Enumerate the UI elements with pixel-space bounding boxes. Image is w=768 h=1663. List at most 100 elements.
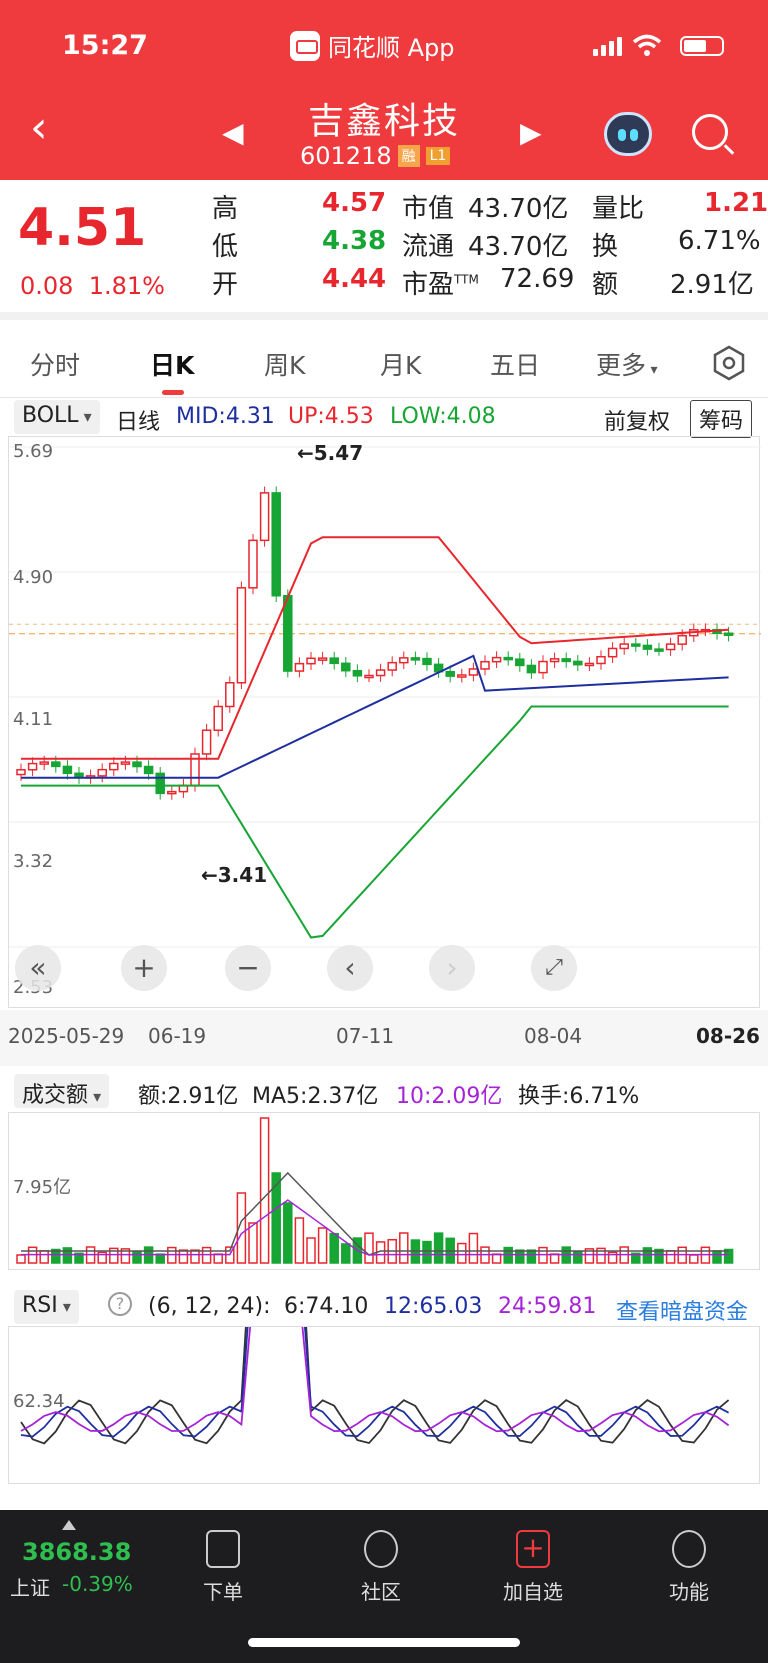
candle-body: [306, 657, 316, 665]
status-app-label: 同花顺 App: [328, 34, 455, 62]
candle-body: [723, 632, 734, 637]
adjust-mode[interactable]: 前复权: [604, 404, 670, 436]
rsi-chart[interactable]: 62.34: [8, 1189, 760, 1484]
community-icon: [364, 1530, 398, 1568]
dark-pool-link[interactable]: 查看暗盘资金: [616, 1294, 748, 1326]
candle-body: [665, 643, 676, 651]
rsi-params: (6, 12, 24):: [148, 1294, 271, 1319]
volume-bar: [178, 1249, 189, 1264]
tab-weekly-k[interactable]: 周K: [264, 346, 305, 382]
boll-selector[interactable]: BOLL: [14, 400, 100, 434]
volume-bar: [190, 1249, 200, 1264]
zoom-out-button[interactable]: −: [225, 945, 271, 991]
candle-body: [607, 647, 618, 658]
nav-functions[interactable]: 功能: [644, 1530, 734, 1605]
candle-body: [457, 674, 467, 678]
app-logo-icon: [290, 30, 320, 61]
volume-bar: [341, 1243, 351, 1264]
candle-body: [283, 594, 293, 672]
search-icon[interactable]: [692, 114, 728, 150]
boll-up: UP:4.53: [288, 404, 374, 429]
candle-body: [399, 657, 409, 664]
bottom-nav: 3868.38 上证 -0.39% 下单 社区 + 加自选 功能: [0, 1510, 768, 1663]
tab-daily-k[interactable]: 日K: [150, 346, 194, 382]
candle-body: [422, 657, 432, 666]
boll-low: LOW:4.08: [390, 404, 496, 429]
date-axis: 2025-05-29 06-19 07-11 08-04 08-26: [0, 1010, 768, 1066]
rsi-12: 12:65.03: [384, 1294, 483, 1319]
candle-body: [375, 669, 386, 677]
index-name: 上证: [10, 1576, 50, 1600]
zoom-out-history-button[interactable]: «: [15, 945, 61, 991]
rsi-line: [20, 1286, 730, 1433]
volume-bar: [712, 1250, 722, 1264]
candle-body: [201, 729, 212, 755]
fullscreen-button[interactable]: ⤢: [531, 945, 577, 991]
price-change: 0.08 1.81%: [20, 272, 165, 300]
candle-body: [341, 662, 351, 672]
candle-body: [155, 772, 165, 795]
tab-timeshare[interactable]: 分时: [30, 346, 80, 382]
robot-assistant-icon[interactable]: [604, 112, 652, 156]
volume-chart[interactable]: 7.95亿: [8, 1112, 760, 1270]
price-tick: 4.90: [13, 567, 54, 588]
tab-monthly-k[interactable]: 月K: [380, 346, 421, 382]
candle-body: [352, 669, 363, 677]
candle-body: [27, 762, 38, 771]
stock-code: 601218: [300, 142, 392, 170]
tab-five-day[interactable]: 五日: [490, 346, 540, 382]
volume-bar: [364, 1232, 374, 1264]
amount-label: 额: [592, 270, 619, 300]
scroll-left-button[interactable]: ‹: [327, 945, 373, 991]
high-label: 高: [212, 194, 239, 224]
volume-selector[interactable]: 成交额: [14, 1074, 110, 1108]
settings-icon[interactable]: [710, 344, 748, 382]
volume-bar: [689, 1254, 699, 1264]
stock-name: 吉鑫科技: [307, 101, 460, 142]
low-annotation: ←3.41: [201, 863, 268, 887]
candle-body: [538, 660, 548, 674]
nav-community[interactable]: 社区: [336, 1530, 426, 1605]
candle-body: [515, 658, 525, 667]
nav-order[interactable]: 下单: [178, 1530, 268, 1605]
add-watchlist-icon: +: [516, 1530, 550, 1568]
kline-chart[interactable]: 5.69 4.90 4.11 3.32 2.53 ←5.47 ←3.41 « +…: [8, 436, 761, 1008]
candle-body: [294, 662, 305, 672]
expand-icon[interactable]: [62, 1520, 76, 1530]
volume-bar: [132, 1250, 142, 1264]
candle-body: [445, 670, 455, 677]
help-icon[interactable]: ?: [108, 1292, 132, 1316]
boll-mid: MID:4.31: [176, 404, 275, 429]
tab-more[interactable]: 更多 ▾: [596, 346, 658, 382]
mcap-value: 43.70亿: [468, 194, 569, 224]
date-tick: 2025-05-29: [8, 1024, 125, 1048]
index-value[interactable]: 3868.38: [22, 1538, 131, 1566]
nav-add-watchlist-label: 加自选: [503, 1580, 563, 1604]
status-icons: [593, 34, 724, 56]
volume-bar: [642, 1247, 653, 1264]
zoom-in-button[interactable]: +: [121, 945, 167, 991]
chips-button[interactable]: 筹码: [690, 400, 753, 438]
next-stock-button[interactable]: ▶: [520, 116, 542, 149]
candle-body: [132, 761, 142, 768]
quote-panel: 4.51 0.08 1.81% 高 4.57 低 4.38 开 4.44 市值 …: [0, 180, 768, 320]
price-tick: 4.11: [13, 709, 54, 730]
float-label: 流通: [402, 232, 455, 262]
open-value: 4.44: [322, 264, 387, 294]
candle-body: [236, 587, 247, 684]
candle-body: [584, 662, 595, 667]
volume-amount: 额:2.91亿: [138, 1084, 239, 1109]
candle-body: [654, 648, 664, 652]
order-icon: [206, 1530, 240, 1568]
turnover-value: 6.71%: [678, 226, 761, 256]
nav-add-watchlist[interactable]: + 加自选: [488, 1530, 578, 1605]
volume-bar: [491, 1253, 502, 1264]
volume-bar: [283, 1202, 293, 1264]
candle-body: [120, 761, 131, 765]
volume-header: 成交额 额:2.91亿 MA5:2.37亿 10:2.09亿 换手:6.71%: [0, 1072, 768, 1112]
vr-value: 1.21: [704, 188, 768, 218]
volume-bar: [433, 1232, 444, 1264]
wifi-icon: [632, 34, 662, 56]
rsi-selector[interactable]: RSI: [14, 1290, 79, 1324]
scroll-right-button[interactable]: ›: [429, 945, 475, 991]
